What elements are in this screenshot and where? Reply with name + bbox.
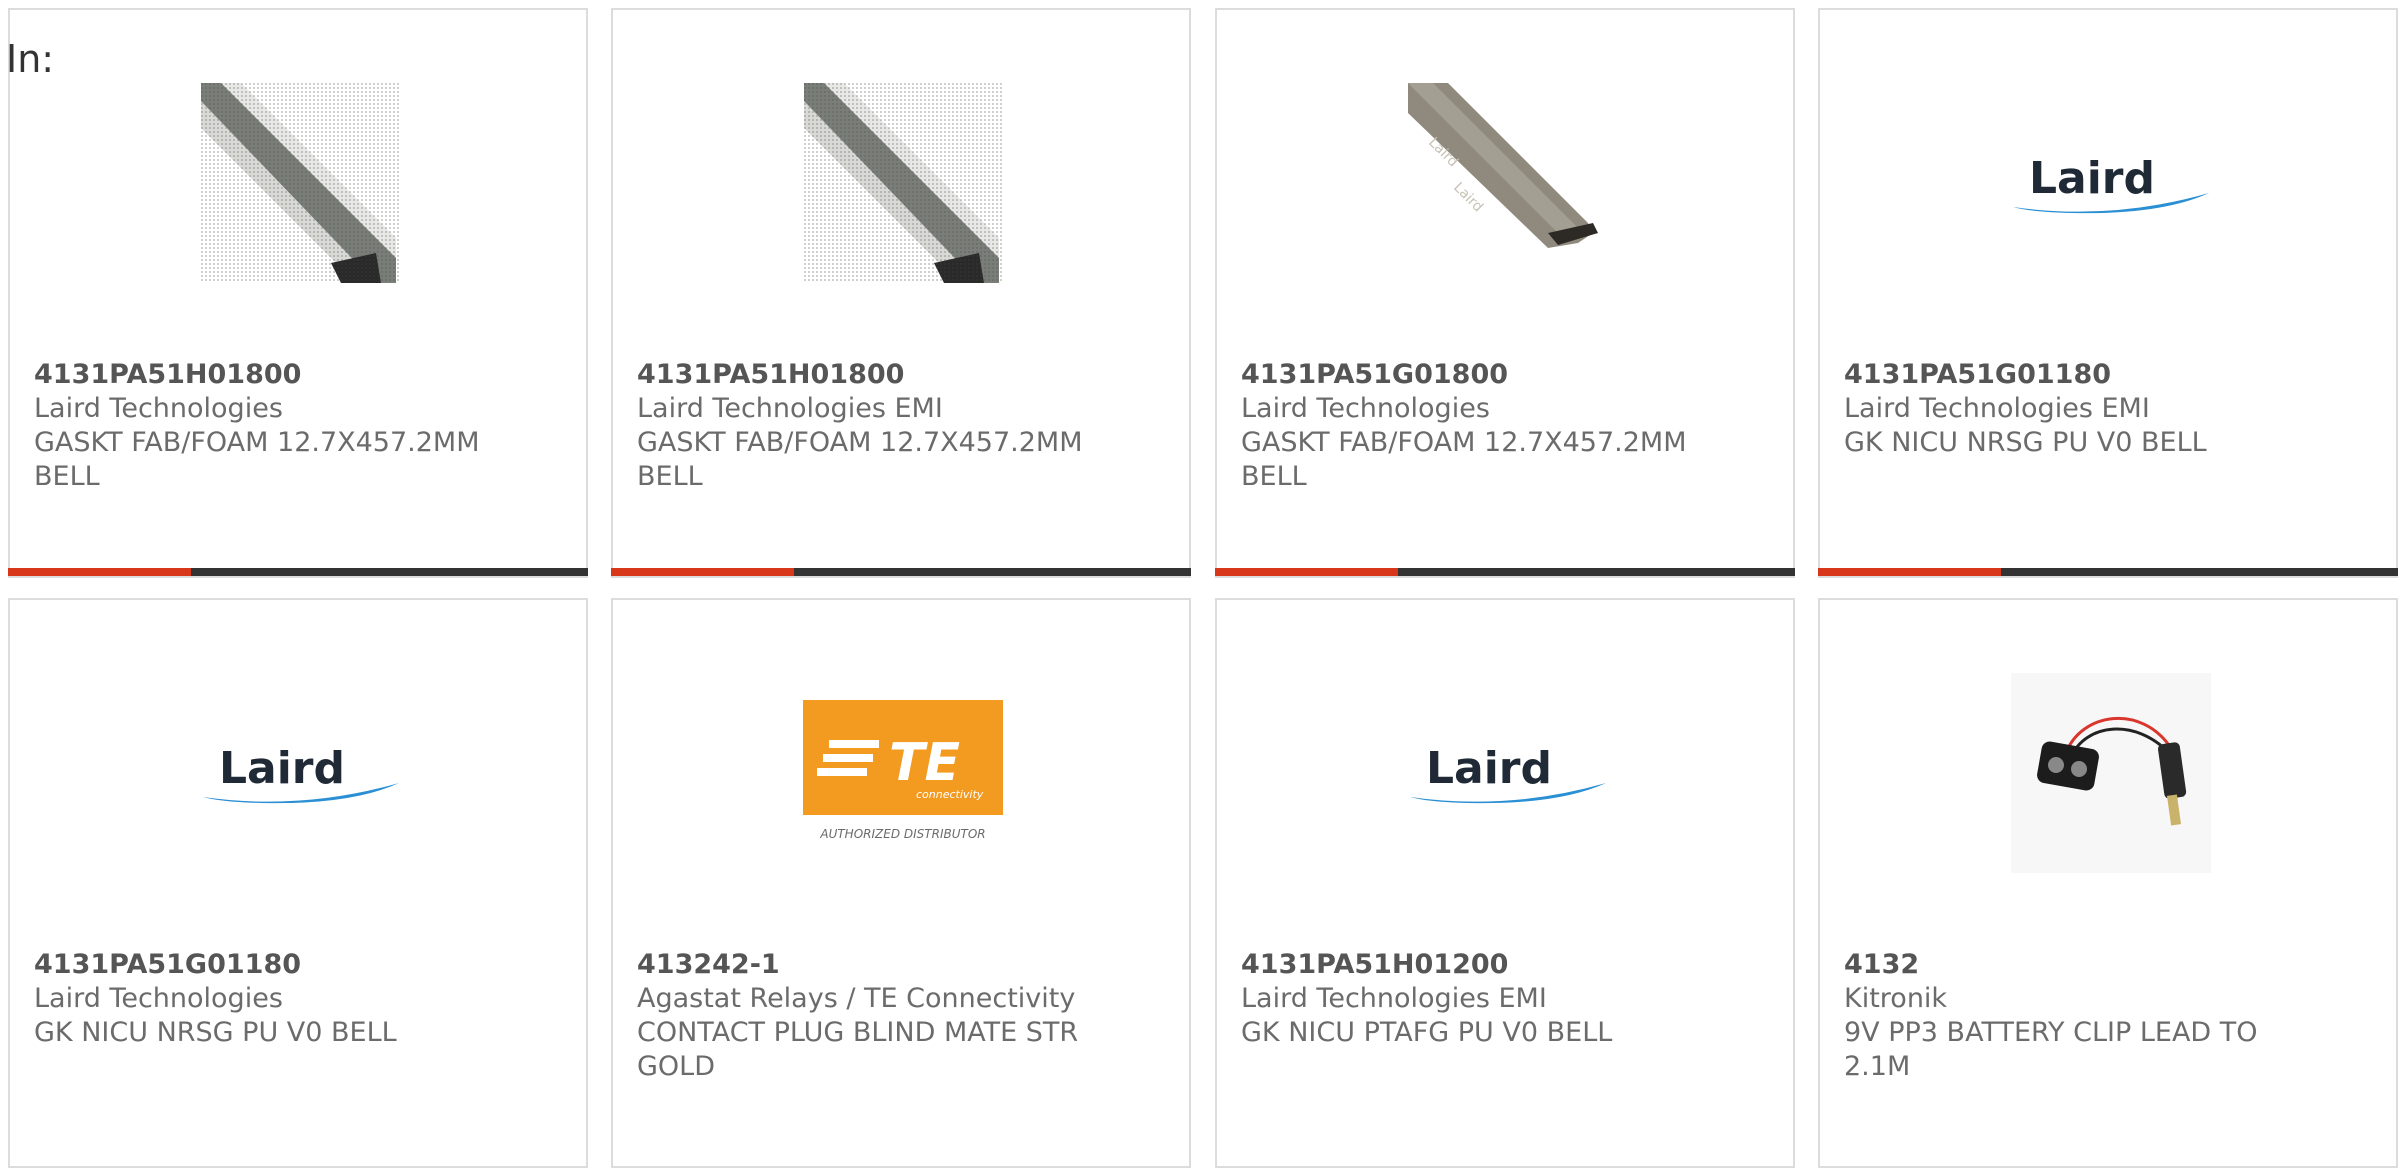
manufacturer: Kitronik — [1844, 983, 1948, 1014]
product-card[interactable]: Laird 4131PA51G01180 Laird Technologies … — [8, 598, 588, 1168]
product-card[interactable]: 4131PA51H01800 Laird Technologies GASKT … — [8, 8, 588, 578]
product-info: 4131PA51H01800 Laird Technologies GASKT … — [34, 358, 504, 494]
manufacturer: Laird Technologies — [34, 393, 283, 424]
laird-logo-text: Laird — [1426, 743, 1552, 794]
product-card[interactable]: TE connectivity AUTHORIZED DISTRIBUTOR 4… — [611, 598, 1191, 1168]
manufacturer: Laird Technologies EMI — [637, 393, 943, 424]
card-bottom-bar — [1215, 568, 1795, 576]
te-logo-caption: AUTHORIZED DISTRIBUTOR — [819, 827, 985, 841]
part-number[interactable]: 4131PA51G01800 — [1241, 358, 1711, 392]
laird-logo-text: Laird — [2029, 153, 2155, 204]
card-bottom-bar — [8, 568, 588, 576]
manufacturer: Laird Technologies EMI — [1241, 983, 1547, 1014]
product-card[interactable]: 4132 Kitronik 9V PP3 BATTERY CLIP LEAD T… — [1818, 598, 2398, 1168]
manufacturer: Laird Technologies — [1241, 393, 1490, 424]
te-connectivity-logo: TE connectivity AUTHORIZED DISTRIBUTOR — [801, 670, 1006, 875]
description: GK NICU NRSG PU V0 BELL — [34, 1017, 397, 1048]
product-info: 4131PA51H01200 Laird Technologies EMI GK… — [1241, 948, 1711, 1050]
product-grid: 4131PA51H01800 Laird Technologies GASKT … — [0, 0, 2400, 1168]
manufacturer: Agastat Relays / TE Connectivity — [637, 983, 1076, 1014]
part-number[interactable]: 4132 — [1844, 948, 2314, 982]
description: GASKT FAB/FOAM 12.7X457.2MM BELL — [1241, 427, 1687, 492]
description: GASKT FAB/FOAM 12.7X457.2MM BELL — [34, 427, 480, 492]
bronze-gasket-icon: Laird Laird — [1405, 80, 1610, 285]
card-bottom-bar — [611, 568, 1191, 576]
part-number[interactable]: 4131PA51H01200 — [1241, 948, 1711, 982]
product-info: 4131PA51G01180 Laird Technologies EMI GK… — [1844, 358, 2314, 460]
product-info: 4131PA51G01800 Laird Technologies GASKT … — [1241, 358, 1711, 494]
description: GK NICU PTAFG PU V0 BELL — [1241, 1017, 1613, 1048]
svg-text:Laird: Laird — [1450, 179, 1486, 215]
product-card[interactable]: 4131PA51H01800 Laird Technologies EMI GA… — [611, 8, 1191, 578]
product-card[interactable]: Laird 4131PA51G01180 Laird Technologies … — [1818, 8, 2398, 578]
laird-logo: Laird — [2008, 80, 2213, 285]
manufacturer: Laird Technologies — [34, 983, 283, 1014]
part-number[interactable]: 4131PA51G01180 — [34, 948, 504, 982]
silver-gasket-icon — [801, 80, 1006, 285]
laird-logo: Laird — [198, 670, 403, 875]
part-number[interactable]: 4131PA51H01800 — [637, 358, 1107, 392]
product-info: 4131PA51H01800 Laird Technologies EMI GA… — [637, 358, 1107, 494]
te-logo-subtext: connectivity — [916, 788, 984, 801]
description: 9V PP3 BATTERY CLIP LEAD TO 2.1M — [1844, 1017, 2258, 1082]
description: GASKT FAB/FOAM 12.7X457.2MM BELL — [637, 427, 1083, 492]
description: CONTACT PLUG BLIND MATE STR GOLD — [637, 1017, 1079, 1082]
product-info: 4132 Kitronik 9V PP3 BATTERY CLIP LEAD T… — [1844, 948, 2314, 1084]
part-number[interactable]: 413242-1 — [637, 948, 1107, 982]
battery-clip-icon — [2008, 670, 2213, 875]
laird-logo: Laird — [1405, 670, 1610, 875]
part-number[interactable]: 4131PA51G01180 — [1844, 358, 2314, 392]
laird-logo-text: Laird — [219, 743, 345, 794]
te-logo-text: TE — [889, 733, 960, 793]
product-card[interactable]: Laird 4131PA51H01200 Laird Technologies … — [1215, 598, 1795, 1168]
part-number[interactable]: 4131PA51H01800 — [34, 358, 504, 392]
product-info: 413242-1 Agastat Relays / TE Connectivit… — [637, 948, 1107, 1084]
description: GK NICU NRSG PU V0 BELL — [1844, 427, 2207, 458]
product-card[interactable]: Laird Laird 4131PA51G01800 Laird Technol… — [1215, 8, 1795, 578]
card-bottom-bar — [1818, 568, 2398, 576]
product-info: 4131PA51G01180 Laird Technologies GK NIC… — [34, 948, 504, 1050]
manufacturer: Laird Technologies EMI — [1844, 393, 2150, 424]
filter-in-label: In: — [6, 37, 55, 81]
silver-gasket-icon — [198, 80, 403, 285]
